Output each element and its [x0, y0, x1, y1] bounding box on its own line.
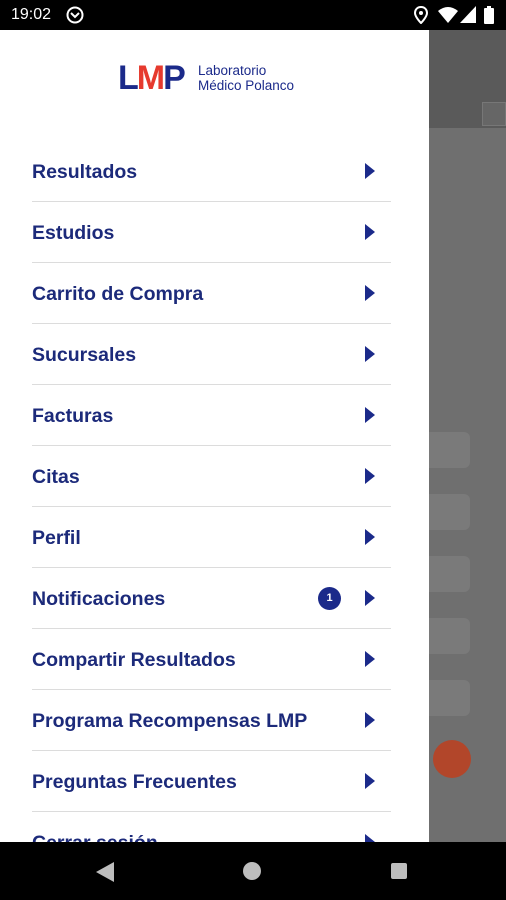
menu-item-programa-recompensas[interactable]: Programa Recompensas LMP	[32, 690, 391, 751]
logo-mark: LMP	[118, 59, 186, 97]
chevron-right-icon	[365, 834, 375, 842]
lmp-logo: LMP Laboratorio Médico Polanco	[118, 60, 318, 100]
menu-item-label: Sucursales	[32, 344, 137, 366]
notification-count-badge: 1	[318, 587, 341, 610]
menu-item-cerrar-sesion[interactable]: Cerrar sesión	[32, 812, 391, 842]
logo-line-1: Laboratorio	[198, 63, 267, 78]
edit-fab-button	[433, 740, 471, 778]
menu-item-label: Compartir Resultados	[32, 649, 236, 671]
chevron-right-icon	[365, 285, 375, 301]
menu-item-carrito-de-compra[interactable]: Carrito de Compra	[32, 263, 391, 324]
back-icon[interactable]	[96, 862, 114, 882]
chevron-right-icon	[365, 407, 375, 423]
chevron-down-icon	[482, 102, 506, 126]
menu-item-resultados[interactable]: Resultados	[32, 141, 391, 202]
menu-item-label: Preguntas Frecuentes	[32, 771, 237, 793]
menu-item-label: Cerrar sesión	[32, 832, 158, 842]
menu-item-perfil[interactable]: Perfil	[32, 507, 391, 568]
chevron-right-icon	[365, 773, 375, 789]
navigation-drawer: LMP Laboratorio Médico Polanco Resultado…	[0, 30, 429, 842]
menu-item-notificaciones[interactable]: Notificaciones 1	[32, 568, 391, 629]
home-icon[interactable]	[243, 862, 261, 880]
menu-item-label: Resultados	[32, 161, 138, 183]
status-icons	[406, 6, 496, 24]
menu-item-preguntas-frecuentes[interactable]: Preguntas Frecuentes	[32, 751, 391, 812]
recents-icon[interactable]	[391, 863, 407, 879]
system-nav-bar	[0, 842, 506, 900]
drawer-menu: Resultados Estudios Carrito de Compra Su…	[32, 141, 391, 842]
chevron-right-icon	[365, 590, 375, 606]
menu-item-facturas[interactable]: Facturas	[32, 385, 391, 446]
chevron-right-icon	[365, 346, 375, 362]
menu-item-label: Programa Recompensas LMP	[32, 710, 308, 732]
status-bar: 19:02	[0, 0, 506, 30]
logo-line-2: Médico Polanco	[198, 78, 295, 93]
chevron-right-icon	[365, 224, 375, 240]
menu-item-label: Perfil	[32, 527, 81, 549]
menu-item-compartir-resultados[interactable]: Compartir Resultados	[32, 629, 391, 690]
wifi-icon	[438, 7, 458, 23]
sync-app-icon	[66, 6, 84, 24]
status-time: 19:02	[11, 6, 52, 23]
signal-icon	[460, 6, 476, 23]
chevron-right-icon	[365, 712, 375, 728]
location-icon	[414, 6, 428, 24]
menu-item-label: Carrito de Compra	[32, 283, 204, 305]
menu-item-label: Citas	[32, 466, 80, 488]
chevron-right-icon	[365, 529, 375, 545]
menu-item-label: Facturas	[32, 405, 114, 427]
menu-item-citas[interactable]: Citas	[32, 446, 391, 507]
menu-item-label: Notificaciones	[32, 588, 166, 610]
chevron-right-icon	[365, 163, 375, 179]
menu-item-estudios[interactable]: Estudios	[32, 202, 391, 263]
chevron-right-icon	[365, 651, 375, 667]
battery-icon	[484, 6, 494, 24]
menu-item-label: Estudios	[32, 222, 115, 244]
chevron-right-icon	[365, 468, 375, 484]
menu-item-sucursales[interactable]: Sucursales	[32, 324, 391, 385]
logo-text: Laboratorio Médico Polanco	[198, 63, 294, 93]
